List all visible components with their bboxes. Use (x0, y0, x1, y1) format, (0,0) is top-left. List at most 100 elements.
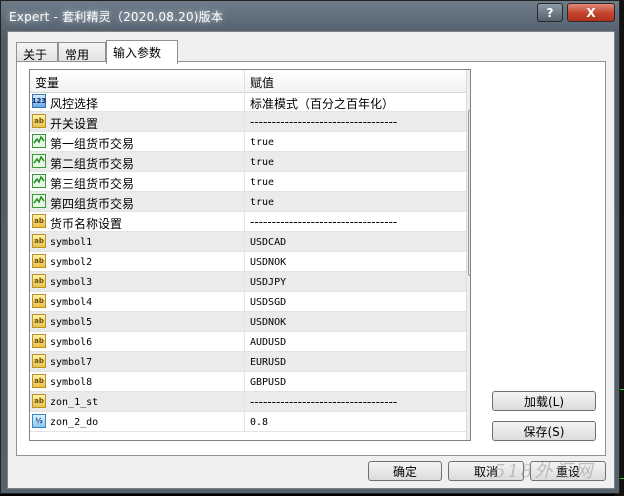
parameter-value[interactable]: ---------------------------------- (250, 115, 397, 129)
parameter-value[interactable]: GBPUSD (250, 377, 286, 388)
parameter-name: symbol3 (50, 277, 93, 288)
parameter-value[interactable]: true (250, 177, 274, 188)
column-divider[interactable] (244, 70, 245, 92)
parameter-name: 风控选择 (50, 97, 99, 111)
text-icon: ab (32, 274, 46, 288)
cell-divider (244, 212, 245, 232)
parameter-name: symbol5 (50, 317, 93, 328)
number-icon: 123 (32, 94, 46, 108)
cell-divider (244, 412, 245, 432)
grid-header: 变量 赋值 (30, 70, 466, 93)
parameter-value[interactable]: ---------------------------------- (250, 215, 397, 229)
bool-icon (32, 194, 46, 208)
help-button[interactable]: ? (537, 3, 563, 22)
parameter-value[interactable]: true (250, 157, 274, 168)
text-icon: ab (32, 114, 46, 128)
parameter-value[interactable]: USDJPY (250, 277, 286, 288)
parameter-row[interactable]: ab symbol3 USDJPY (30, 272, 466, 292)
parameter-row[interactable]: ab symbol7 EURUSD (30, 352, 466, 372)
load-button[interactable]: 加载(L) (492, 391, 596, 411)
cell-divider (244, 352, 245, 372)
scrollbar-thumb[interactable] (468, 110, 470, 276)
parameters-grid: 变量 赋值 123 风控选择 标准模式（百分之百年化） ab 开关设置 ---------… (29, 69, 471, 441)
parameter-name: 第二组货币交易 (50, 157, 135, 171)
parameter-value[interactable]: 标准模式（百分之百年化） (250, 95, 394, 112)
parameter-name: 第三组货币交易 (50, 177, 135, 191)
parameter-name: zon_1_st (50, 397, 99, 408)
parameter-row[interactable]: ab 货币名称设置 --------------------------------… (30, 212, 466, 232)
parameter-name: symbol1 (50, 237, 93, 248)
cell-divider (244, 92, 245, 112)
title-bar[interactable]: Expert - 套利精灵（2020.08.20)版本 ? X (1, 1, 619, 31)
cell-divider (244, 152, 245, 172)
cell-divider (244, 192, 245, 212)
parameter-row[interactable]: ab symbol2 USDNOK (30, 252, 466, 272)
vertical-scrollbar[interactable]: ▲ ▼ (466, 70, 470, 440)
tab-about[interactable]: 关于 (16, 42, 58, 62)
save-button[interactable]: 保存(S) (492, 421, 596, 441)
parameter-row[interactable]: ab symbol5 USDNOK (30, 312, 466, 332)
bool-icon (32, 174, 46, 188)
scroll-down-icon[interactable]: ▼ (467, 424, 470, 440)
cell-divider (244, 272, 245, 292)
cell-divider (244, 292, 245, 312)
text-icon: ab (32, 394, 46, 408)
parameter-value[interactable]: ---------------------------------- (250, 395, 397, 409)
parameter-row[interactable]: ab symbol8 GBPUSD (30, 372, 466, 392)
parameter-row[interactable]: ab zon_1_st ------------------------------… (30, 392, 466, 412)
tab-inputs[interactable]: 输入参数 (106, 40, 178, 64)
watermark: 518外汇网 (494, 461, 595, 482)
parameter-name: symbol2 (50, 257, 93, 268)
expert-properties-dialog: Expert - 套利精灵（2020.08.20)版本 ? X 关于 常用 输入… (0, 0, 620, 494)
parameter-value[interactable]: USDCAD (250, 237, 286, 248)
parameter-row[interactable]: 第二组货币交易 true (30, 152, 466, 172)
help-icon: ? (546, 5, 554, 20)
parameter-value[interactable]: 0.8 (250, 417, 268, 428)
text-icon: ab (32, 354, 46, 368)
parameter-value[interactable]: EURUSD (250, 357, 286, 368)
parameter-row[interactable]: ½ zon_2_do 0.8 (30, 412, 466, 432)
cell-divider (244, 332, 245, 352)
parameter-name: zon_2_do (50, 417, 99, 428)
text-icon: ab (32, 374, 46, 388)
text-icon: ab (32, 254, 46, 268)
parameter-row[interactable]: 123 风控选择 标准模式（百分之百年化） (30, 92, 466, 112)
text-icon: ab (32, 314, 46, 328)
parameter-name: 第一组货币交易 (50, 137, 135, 151)
cell-divider (244, 252, 245, 272)
parameter-row[interactable]: ab symbol6 AUDUSD (30, 332, 466, 352)
parameter-name: symbol7 (50, 357, 93, 368)
column-header-variable[interactable]: 变量 (35, 74, 59, 91)
parameter-value[interactable]: USDNOK (250, 317, 286, 328)
cell-divider (244, 132, 245, 152)
close-button[interactable]: X (567, 3, 615, 22)
window-title: Expert - 套利精灵（2020.08.20)版本 (9, 10, 224, 24)
parameter-name: 开关设置 (50, 117, 99, 131)
parameter-value[interactable]: true (250, 137, 274, 148)
cell-divider (244, 172, 245, 192)
parameter-name: symbol8 (50, 377, 93, 388)
column-header-value[interactable]: 赋值 (250, 74, 274, 91)
parameter-value[interactable]: AUDUSD (250, 337, 286, 348)
cell-divider (244, 112, 245, 132)
scroll-up-icon[interactable]: ▲ (467, 70, 470, 86)
parameter-row[interactable]: 第一组货币交易 true (30, 132, 466, 152)
parameter-row[interactable]: ab symbol1 USDCAD (30, 232, 466, 252)
text-icon: ab (32, 294, 46, 308)
parameter-row[interactable]: ab symbol4 USDSGD (30, 292, 466, 312)
tab-common[interactable]: 常用 (58, 42, 106, 62)
text-icon: ab (32, 214, 46, 228)
parameter-value[interactable]: true (250, 197, 274, 208)
parameter-value[interactable]: USDSGD (250, 297, 286, 308)
parameter-name: symbol4 (50, 297, 93, 308)
parameter-row[interactable]: ab 开关设置 ---------------------------------- (30, 112, 466, 132)
parameter-value[interactable]: USDNOK (250, 257, 286, 268)
parameter-row[interactable]: 第四组货币交易 true (30, 192, 466, 212)
tab-panel-inputs: 变量 赋值 123 风控选择 标准模式（百分之百年化） ab 开关设置 ---------… (16, 61, 606, 456)
bool-icon (32, 134, 46, 148)
parameter-name: symbol6 (50, 337, 93, 348)
ok-button[interactable]: 确定 (368, 461, 442, 481)
parameter-row[interactable]: 第三组货币交易 true (30, 172, 466, 192)
parameter-name: 第四组货币交易 (50, 197, 135, 211)
grid-rows: 123 风控选择 标准模式（百分之百年化） ab 开关设置 ---------------… (30, 92, 466, 432)
